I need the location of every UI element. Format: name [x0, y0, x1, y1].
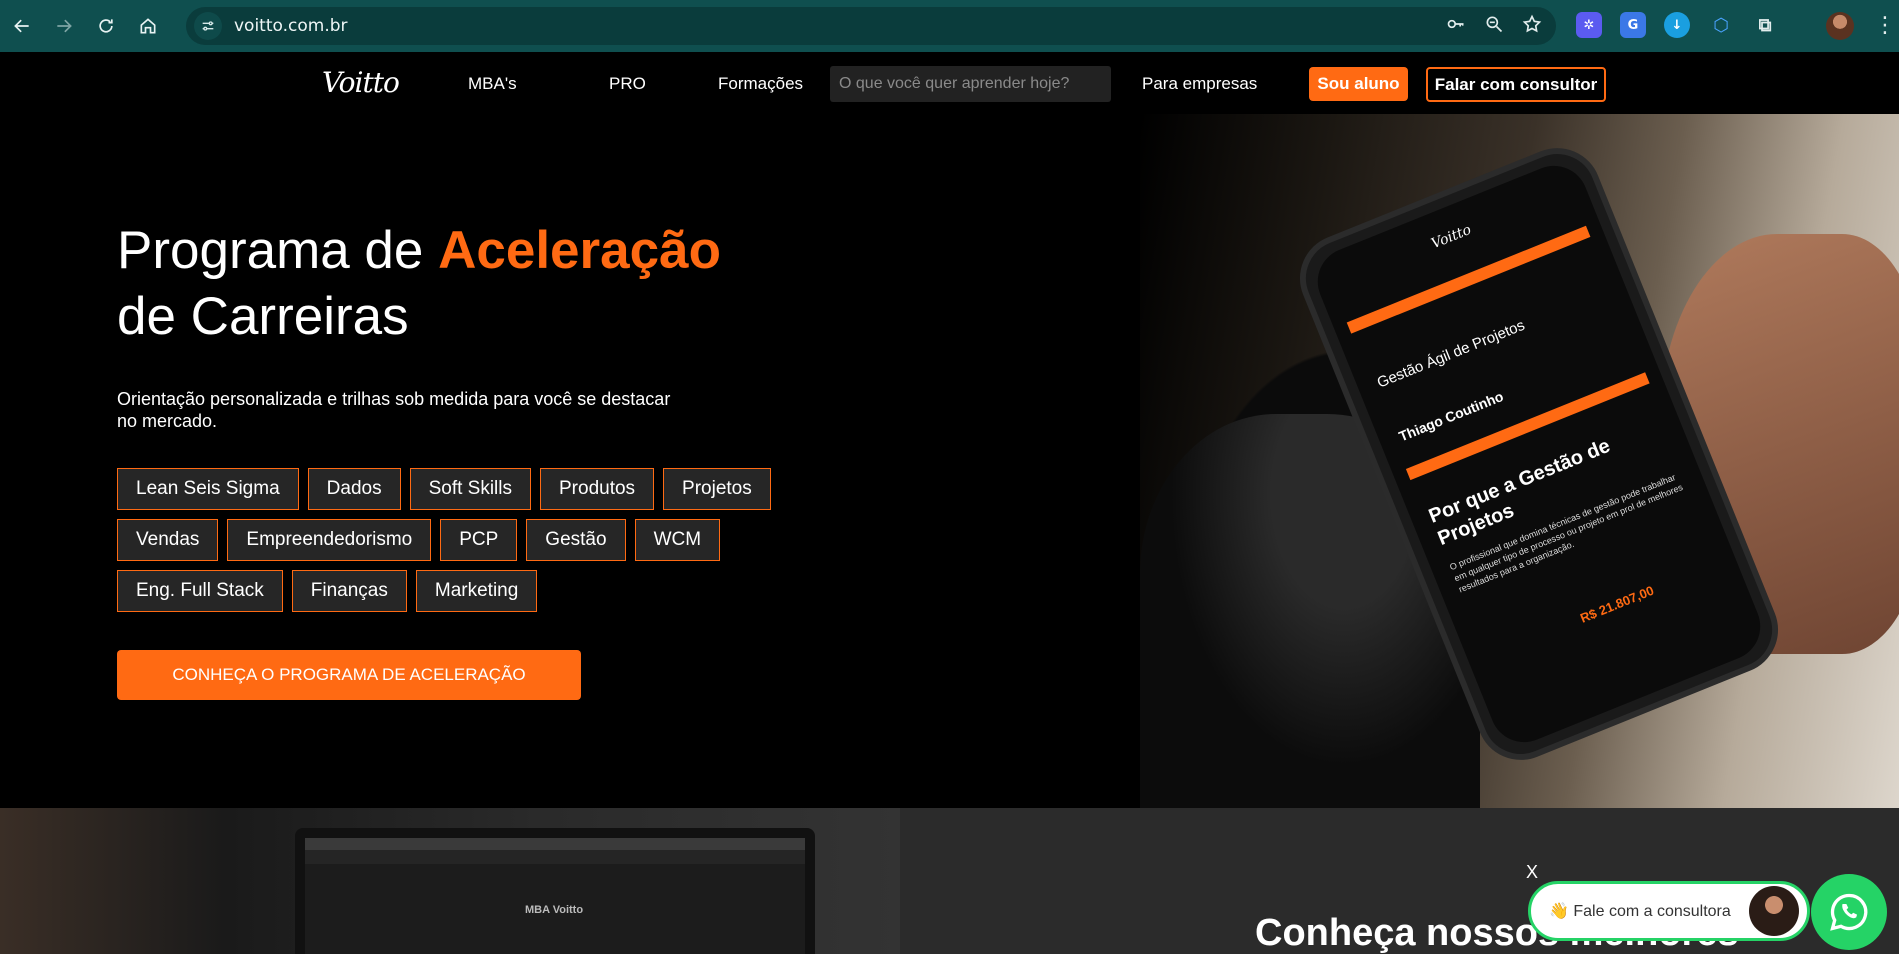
back-icon[interactable] — [2, 6, 42, 46]
box-extension-icon[interactable]: ⬡ — [1708, 12, 1734, 38]
laptop-screen-bar — [305, 850, 805, 864]
hero-title: Programa de Aceleração de Carreiras — [117, 218, 721, 350]
forward-icon[interactable] — [44, 6, 84, 46]
tag-gestao[interactable]: Gestão — [526, 519, 626, 561]
profile-avatar[interactable] — [1826, 12, 1854, 40]
whatsapp-icon[interactable] — [1811, 874, 1887, 950]
hero-title-accent: Aceleração — [438, 221, 721, 280]
course-search-input[interactable] — [830, 66, 1111, 102]
voitto-logo[interactable]: Voitto — [322, 66, 400, 99]
tag-soft-skills[interactable]: Soft Skills — [409, 468, 531, 510]
browser-menu-icon[interactable]: ⋮ — [1874, 12, 1896, 40]
chat-consultora-bubble[interactable]: 👋 Fale com a consultora — [1528, 881, 1810, 941]
laptop-photo: MBA Voitto — [0, 808, 900, 954]
phone-course-title: Gestão Ágil de Projetos — [1374, 316, 1528, 392]
tag-pcp[interactable]: PCP — [440, 519, 518, 561]
tag-produtos[interactable]: Produtos — [540, 468, 655, 510]
tag-row: Vendas Empreendedorismo PCP Gestão WCM — [117, 519, 817, 561]
hero-subtitle: Orientação personalizada e trilhas sob m… — [117, 389, 671, 431]
career-tags: Lean Seis Sigma Dados Soft Skills Produt… — [117, 468, 817, 621]
extension-gear-icon[interactable]: ✲ — [1576, 12, 1602, 38]
browser-toolbar: voitto.com.br ✲ G ↓ ⬡ ⧉ ⋮ — [0, 0, 1899, 52]
tag-financas[interactable]: Finanças — [291, 570, 407, 612]
laptop-screen-text: MBA Voitto — [525, 904, 584, 916]
laptop-image: MBA Voitto — [295, 828, 815, 954]
program-cta-button[interactable]: CONHEÇA O PROGRAMA DE ACELERAÇÃO — [117, 650, 581, 700]
hero-title-part1: Programa de — [117, 221, 439, 280]
consultora-avatar — [1749, 886, 1799, 936]
zoom-icon[interactable] — [1484, 14, 1504, 38]
hero-section: Voitto Gestão Ágil de Projetos Thiago Co… — [0, 114, 1899, 808]
falar-consultor-button[interactable]: Falar com consultor — [1426, 67, 1606, 102]
sou-aluno-button[interactable]: Sou aluno — [1309, 67, 1408, 101]
nav-mbas[interactable]: MBA's — [468, 74, 517, 94]
bookmark-star-icon[interactable] — [1522, 14, 1542, 38]
phone-price: R$ 21.807,00 — [1577, 582, 1656, 626]
site-info-icon[interactable] — [194, 12, 222, 40]
translate-extension-icon[interactable]: G — [1620, 12, 1646, 38]
password-key-icon[interactable] — [1446, 14, 1466, 38]
site-header: Voitto MBA's PRO Formações Para empresas… — [0, 52, 1899, 114]
home-icon[interactable] — [128, 6, 168, 46]
tag-dados[interactable]: Dados — [307, 468, 401, 510]
laptop-screen: MBA Voitto — [305, 838, 805, 954]
reload-icon[interactable] — [86, 6, 126, 46]
address-bar[interactable]: voitto.com.br — [186, 7, 1556, 45]
tag-empreendedorismo[interactable]: Empreendedorismo — [227, 519, 432, 561]
hero-title-part2: de Carreiras — [117, 287, 409, 346]
tag-marketing[interactable]: Marketing — [415, 570, 538, 612]
tag-vendas[interactable]: Vendas — [117, 519, 219, 561]
tag-row: Lean Seis Sigma Dados Soft Skills Produt… — [117, 468, 817, 510]
tag-row: Eng. Full Stack Finanças Marketing — [117, 570, 817, 612]
extensions-puzzle-icon[interactable]: ⧉ — [1752, 12, 1778, 38]
tag-wcm[interactable]: WCM — [634, 519, 721, 561]
nav-para-empresas[interactable]: Para empresas — [1142, 74, 1257, 94]
nav-formacoes[interactable]: Formações — [718, 74, 803, 94]
close-chat-icon[interactable]: X — [1526, 862, 1538, 883]
tag-lean-seis-sigma[interactable]: Lean Seis Sigma — [117, 468, 299, 510]
download-extension-icon[interactable]: ↓ — [1664, 12, 1690, 38]
nav-pro[interactable]: PRO — [609, 74, 646, 94]
tag-eng-full-stack[interactable]: Eng. Full Stack — [117, 570, 283, 612]
tag-projetos[interactable]: Projetos — [663, 468, 771, 510]
phone-orange-bar — [1346, 225, 1591, 334]
chat-label: 👋 Fale com a consultora — [1549, 903, 1731, 920]
url-text[interactable]: voitto.com.br — [234, 16, 348, 36]
